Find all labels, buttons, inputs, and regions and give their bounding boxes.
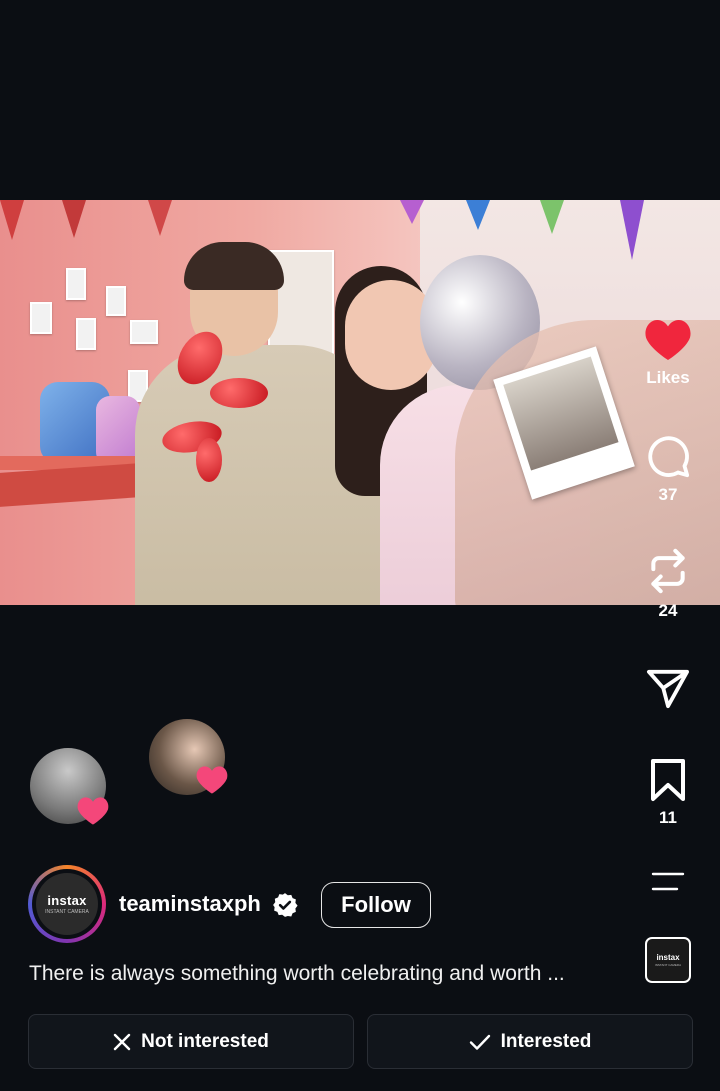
video-banner: [400, 200, 424, 224]
video-banner: [0, 200, 24, 240]
repost-icon: [640, 547, 696, 595]
comment-button[interactable]: 37: [640, 433, 696, 505]
liker-avatar-2[interactable]: [149, 719, 228, 795]
audio-logo-text: instax: [656, 953, 680, 962]
follow-button[interactable]: Follow: [321, 882, 431, 928]
verified-badge-icon: [273, 893, 298, 917]
send-icon: [640, 668, 696, 710]
wall-photo: [106, 286, 126, 316]
check-icon: [469, 1034, 490, 1050]
wall-photo: [130, 320, 158, 344]
wall-photo: [76, 318, 96, 350]
balloon-dog: [196, 438, 222, 482]
wall-photo: [30, 302, 52, 334]
video-banner: [540, 200, 564, 234]
close-icon: [113, 1033, 131, 1050]
audio-logo-subtext: INSTANT CAMERA: [654, 963, 682, 967]
likes-label: Likes: [646, 368, 690, 387]
video-banner: [148, 200, 172, 236]
video-banner: [466, 200, 490, 230]
reposts-count: 24: [658, 601, 678, 620]
comment-icon: [640, 433, 696, 479]
author-username[interactable]: teaminstaxph: [119, 891, 261, 917]
wall-photo: [66, 268, 86, 300]
video-banner: [62, 200, 86, 238]
share-button[interactable]: [640, 668, 696, 710]
comments-count: 37: [658, 485, 678, 504]
repost-button[interactable]: 24: [640, 547, 696, 621]
video-banner: [620, 200, 644, 260]
heart-icon: [77, 797, 109, 825]
post-caption[interactable]: There is always something worth celebrat…: [29, 962, 629, 986]
heart-icon: [640, 318, 696, 362]
interested-label: Interested: [500, 1030, 592, 1052]
saves-count: 11: [659, 808, 677, 827]
video-player[interactable]: [0, 200, 720, 605]
person-left-hair: [184, 242, 284, 290]
interested-button[interactable]: Interested: [367, 1014, 693, 1069]
not-interested-label: Not interested: [141, 1030, 269, 1052]
more-options-button[interactable]: [640, 870, 696, 892]
menu-lines-icon: [640, 870, 696, 892]
save-button[interactable]: 11: [640, 758, 696, 828]
balloon-dog: [210, 378, 268, 408]
instax-logo: instax INSTANT CAMERA: [36, 873, 98, 935]
logo-text: instax: [47, 893, 87, 908]
not-interested-button[interactable]: Not interested: [28, 1014, 354, 1069]
audio-source-thumbnail[interactable]: instax INSTANT CAMERA: [645, 937, 691, 983]
bookmark-icon: [640, 758, 696, 802]
liker-avatar-1[interactable]: [30, 748, 109, 825]
author-avatar[interactable]: instax INSTANT CAMERA: [28, 865, 106, 943]
like-button[interactable]: Likes: [640, 318, 696, 388]
logo-subtext: INSTANT CAMERA: [45, 909, 89, 915]
heart-icon: [196, 766, 228, 794]
